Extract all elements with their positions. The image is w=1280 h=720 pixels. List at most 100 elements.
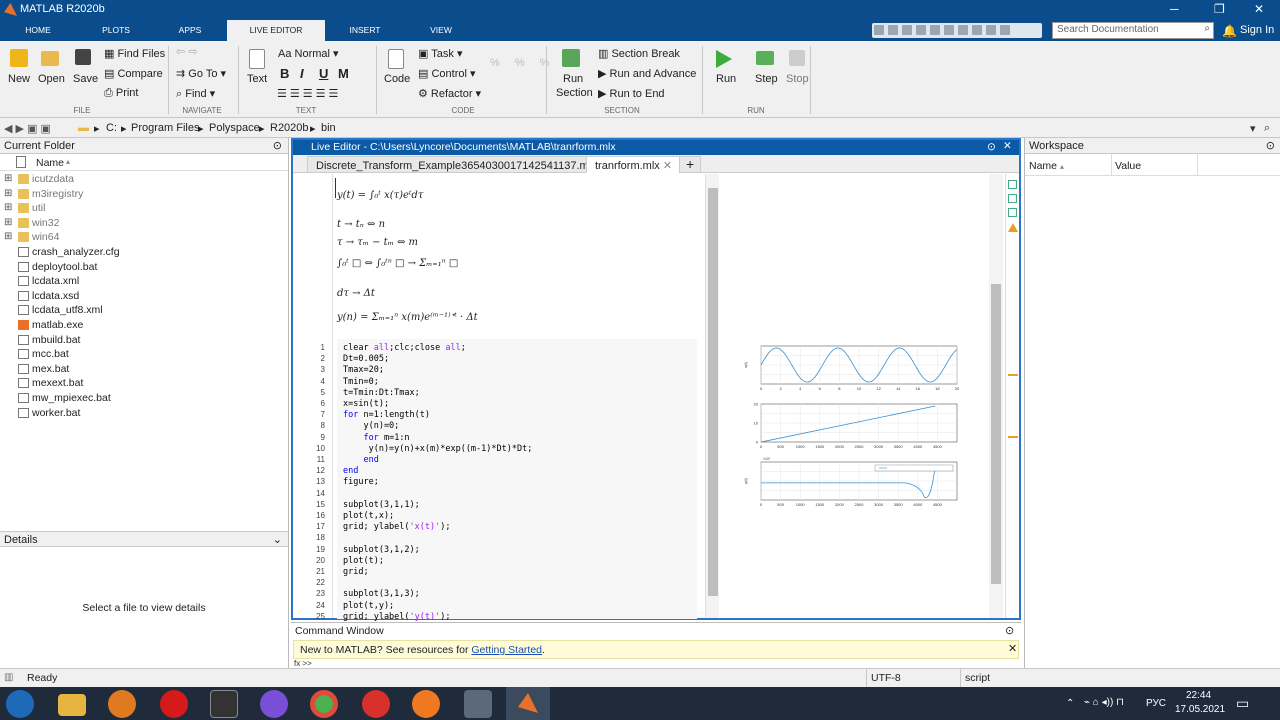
equation[interactable]: ∫₀ᵗ □ ⇔ ∫₀ᵗⁿ □ → Σₘ₌₁ⁿ □ <box>337 258 458 269</box>
chevron-down-icon[interactable]: ⌄ <box>273 533 282 546</box>
expand-icon[interactable]: ⊞ <box>4 217 12 228</box>
code-line[interactable]: Dt=0.005; <box>343 354 389 364</box>
breadcrumb-c[interactable]: C: <box>106 122 117 134</box>
address-dropdown-icon[interactable]: ▾ <box>1250 122 1256 135</box>
equation[interactable]: y(n) = Σₘ₌₁ⁿ x(m)e⁽ᵐ⁻¹⁾ᐩᵗ · Δt <box>337 312 478 323</box>
chrome-icon[interactable] <box>310 690 338 718</box>
code-line[interactable]: plot(t,y); <box>343 601 394 611</box>
monospace-button[interactable]: M <box>338 66 349 81</box>
calculator-icon[interactable] <box>464 690 492 718</box>
align-buttons[interactable]: ☰☰☰☰☰ <box>277 87 341 100</box>
run-section-button[interactable]: Run <box>563 73 583 85</box>
column-header[interactable]: Name ▴ <box>0 154 288 171</box>
tab-live-editor[interactable]: LIVE EDITOR <box>227 20 325 41</box>
code-line[interactable]: plot(t); <box>343 556 384 566</box>
underline-button[interactable]: U <box>319 66 328 81</box>
style-dropdown[interactable]: Aa Normal ▾ <box>278 47 339 60</box>
notifications-icon[interactable]: ▭ <box>1236 695 1249 712</box>
app-s-icon[interactable] <box>362 690 390 718</box>
breadcrumb-polyspace[interactable]: Polyspace <box>209 122 260 134</box>
find-files-button[interactable]: ▦ Find Files <box>104 47 165 60</box>
tab-apps[interactable]: APPS <box>166 20 214 41</box>
code-line[interactable]: Tmin=0; <box>343 377 379 387</box>
code-line[interactable]: y(n)=y(n)+x(m)*exp((m-1)*Dt)*Dt; <box>343 444 533 454</box>
go-to-button[interactable]: ⇉ Go To ▾ <box>176 67 226 80</box>
language-indicator[interactable]: РУС <box>1146 698 1166 709</box>
tab-tranrform[interactable]: tranrform.mlx ✕ <box>586 156 682 173</box>
code-line[interactable]: figure; <box>343 477 379 487</box>
expand-icon[interactable]: ⊞ <box>4 231 12 242</box>
breadcrumb-r2020b[interactable]: R2020b <box>270 122 309 134</box>
code-line[interactable]: y(n)=0; <box>343 421 399 431</box>
minimize-button[interactable]: ─ <box>1170 2 1179 16</box>
sign-in-link[interactable]: Sign In <box>1240 24 1274 36</box>
tab-plots[interactable]: PLOTS <box>92 20 140 41</box>
panel-menu-icon[interactable]: ⊙ <box>1266 139 1275 152</box>
expand-icon[interactable]: ⊞ <box>4 188 12 199</box>
hide-code-icon[interactable] <box>1008 208 1017 217</box>
output-right-icon[interactable] <box>1008 194 1017 203</box>
bold-button[interactable]: B <box>280 66 289 81</box>
app-figure-icon[interactable] <box>210 690 238 718</box>
step-button[interactable]: Step <box>755 73 778 85</box>
run-button[interactable]: Run <box>716 73 736 85</box>
breadcrumb-bin[interactable]: bin <box>321 122 336 134</box>
tab-discrete-transform[interactable]: Discrete_Transform_Example36540300171425… <box>307 156 618 173</box>
back-forward-icon[interactable]: ⇦ ⇨ <box>176 45 198 58</box>
code-line[interactable]: for m=1:n <box>343 433 409 443</box>
viber-icon[interactable] <box>260 690 288 718</box>
code-line[interactable]: subplot(3,1,2); <box>343 545 420 555</box>
panel-menu-icon[interactable]: ⊙ <box>273 139 282 152</box>
maximize-button[interactable]: ❐ <box>1214 2 1225 16</box>
breadcrumb-program-files[interactable]: Program Files <box>131 122 199 134</box>
new-button[interactable]: New <box>8 73 30 85</box>
code-line[interactable]: subplot(3,1,3); <box>343 589 420 599</box>
code-line[interactable]: grid; <box>343 567 369 577</box>
run-and-advance-button[interactable]: ▶ Run and Advance <box>598 67 696 80</box>
equation[interactable]: y(t) = ∫₀ᵗ x(τ)eᵗdτ <box>337 190 423 201</box>
panel-menu-icon[interactable]: ⊙ <box>1005 624 1014 637</box>
tab-insert[interactable]: INSERT <box>340 20 390 41</box>
refactor-button[interactable]: ⚙ Refactor ▾ <box>418 87 481 100</box>
blender-icon[interactable] <box>108 690 136 718</box>
warning-marker[interactable] <box>1008 436 1018 438</box>
firefox-icon[interactable] <box>412 690 440 718</box>
name-column[interactable]: Name <box>36 157 64 169</box>
run-to-end-button[interactable]: ▶ Run to End <box>598 87 665 100</box>
code-line[interactable]: x=sin(t); <box>343 399 389 409</box>
tray-chevron-icon[interactable]: ⌃ <box>1066 698 1074 709</box>
close-editor-icon[interactable]: ✕ <box>1003 140 1012 152</box>
tab-home[interactable]: HOME <box>14 20 62 41</box>
search-documentation-input[interactable]: Search Documentation ⌕ <box>1052 22 1214 39</box>
clock-date[interactable]: 17.05.2021 <box>1175 704 1225 715</box>
code-line[interactable]: subplot(3,1,1); <box>343 500 420 510</box>
equation[interactable]: τ → τₘ − tₘ ⇔ m <box>337 237 418 248</box>
address-bar[interactable]: ◀ ▶ ▣ ▣ ▬ ▸ C: ▸ Program Files ▸ Polyspa… <box>0 118 1280 138</box>
figure-output[interactable]: 0 2 4 6 8 10 12 14 16 18 20x(t)0 500 1000 1500 2000 250… <box>721 174 991 618</box>
code-block[interactable]: clear all;clc;close all; Dt=0.005; Tmax=20… <box>337 339 697 622</box>
new-tab-button[interactable]: + <box>679 156 702 173</box>
panel-menu-icon[interactable]: ⊙ <box>987 141 996 153</box>
nav-arrows-icon[interactable]: ◀ ▶ ▣ ▣ <box>4 122 51 135</box>
warning-icon[interactable] <box>1008 223 1018 232</box>
opera-icon[interactable] <box>160 690 188 718</box>
expand-icon[interactable]: ⊞ <box>4 173 12 184</box>
save-button[interactable]: Save <box>73 73 98 85</box>
matlab-taskbar-icon[interactable] <box>506 687 550 720</box>
code-line[interactable]: grid; ylabel('x(t)'); <box>343 522 451 532</box>
code-line[interactable]: grid; ylabel('y(t)'); <box>343 612 451 622</box>
control-button[interactable]: ▤ Control ▾ <box>418 67 476 80</box>
stop-button[interactable]: Stop <box>786 73 809 85</box>
task-button[interactable]: ▣ Task ▾ <box>418 47 462 60</box>
output-inline-icon[interactable] <box>1008 180 1017 189</box>
code-line[interactable]: end <box>343 455 378 465</box>
output-scrollbar[interactable] <box>989 174 1003 618</box>
italic-button[interactable]: I <box>300 66 304 81</box>
compare-button[interactable]: ▤ Compare <box>104 67 163 80</box>
tray-icons[interactable]: ⌁ ⌂ ◂)) ⊓ <box>1084 697 1124 708</box>
start-button-icon[interactable] <box>6 690 34 718</box>
command-prompt[interactable]: fx >> <box>294 659 312 668</box>
warning-marker[interactable] <box>1008 374 1018 376</box>
code-line[interactable]: plot(t,x); <box>343 511 394 521</box>
code-line[interactable]: t=Tmin:Dt:Tmax; <box>343 388 420 398</box>
